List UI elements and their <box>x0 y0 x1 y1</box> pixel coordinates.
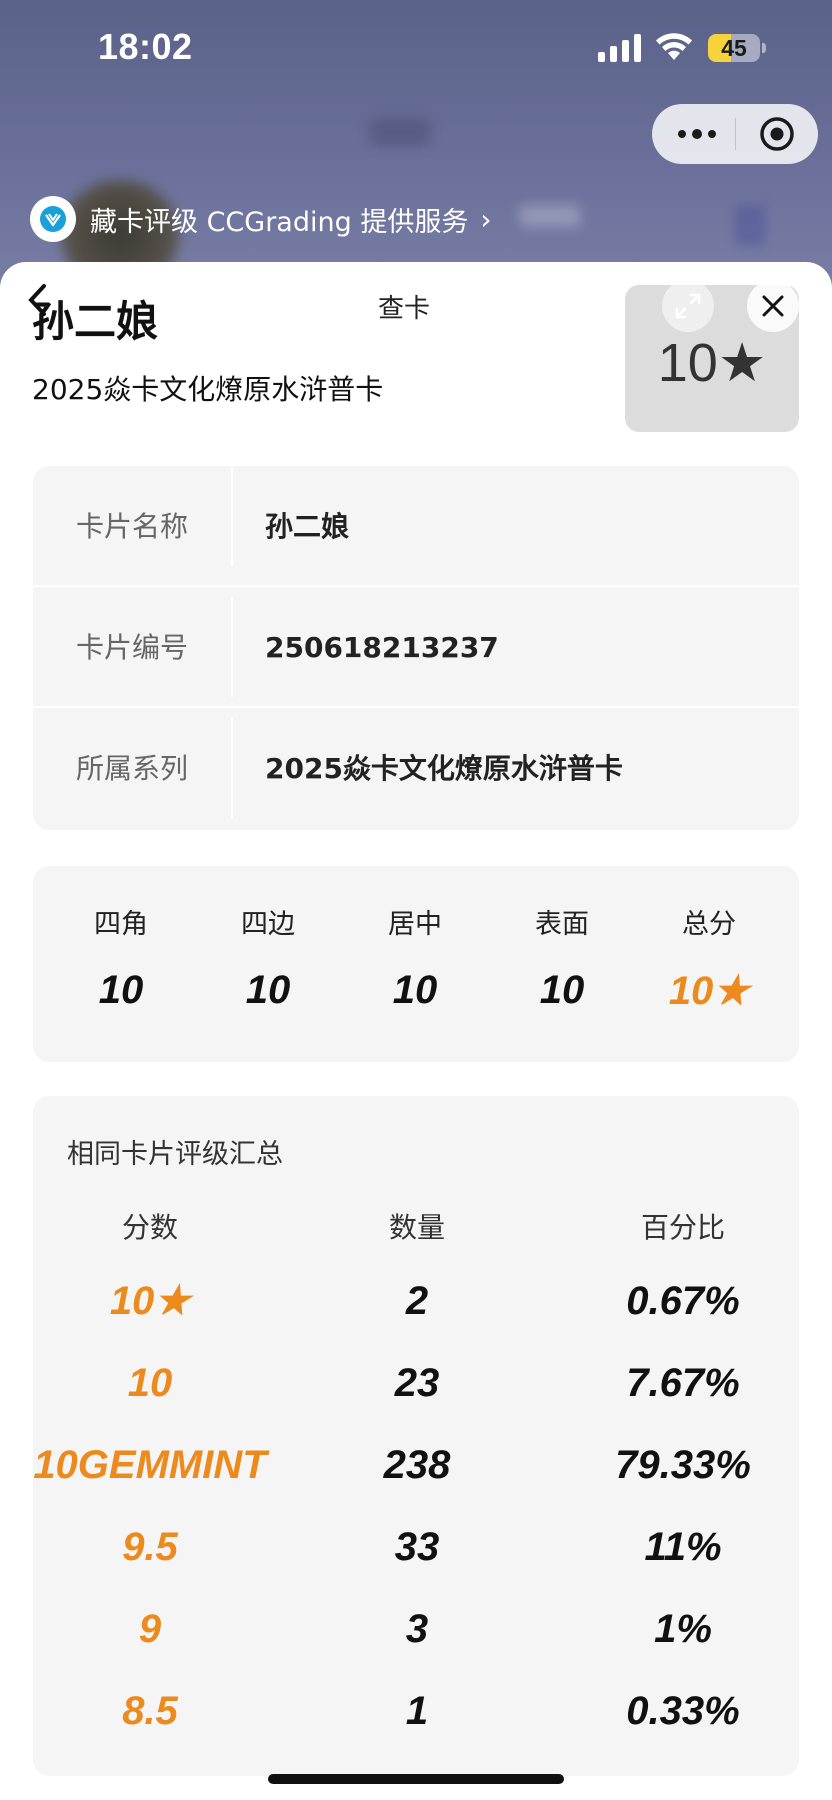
table-row: 8.5 1 0.33% <box>33 1670 799 1752</box>
summary-title: 相同卡片评级汇总 <box>67 1139 283 1170</box>
capsule-divider <box>735 118 736 150</box>
score-value: 10★ <box>668 969 750 1013</box>
summary-count: 23 <box>394 1361 440 1405</box>
summary-percent: 11% <box>644 1525 722 1569</box>
summary-count: 238 <box>383 1443 451 1487</box>
score-label: 四边 <box>241 909 295 940</box>
summary-percent: 7.67% <box>626 1361 740 1405</box>
battery-icon: 45 <box>708 34 766 62</box>
summary-percent: 79.33% <box>615 1443 751 1487</box>
score-label: 总分 <box>682 909 736 940</box>
card-series-subtitle: 2025焱卡文化燎原水浒普卡 <box>32 373 384 406</box>
summary-score: 10GEMMINT <box>33 1443 267 1487</box>
card-title: 孙二娘 <box>32 297 159 346</box>
summary-count: 2 <box>405 1279 429 1323</box>
wifi-icon <box>656 33 692 60</box>
battery-level: 45 <box>721 35 747 61</box>
card-detail-sheet: 孙二娘 查卡 2025焱卡文化燎原水浒普卡 10★ 卡片名称 孙二娘 卡片编号 … <box>0 262 832 1800</box>
target-icon[interactable] <box>758 115 796 153</box>
summary-score: 10★ <box>109 1279 191 1323</box>
score-value: 10 <box>245 968 291 1012</box>
table-row: 10★ 2 0.67% <box>33 1260 799 1342</box>
info-row: 卡片名称 孙二娘 <box>33 466 799 587</box>
score-label: 四角 <box>94 909 148 940</box>
close-icon[interactable] <box>747 280 799 332</box>
summary-score: 9 <box>138 1607 162 1651</box>
service-provider-link[interactable]: 藏卡评级 CCGrading 提供服务 › <box>30 196 492 242</box>
info-value: 孙二娘 <box>265 510 350 543</box>
table-row: 10GEMMINT 238 79.33% <box>33 1424 799 1506</box>
info-row: 卡片编号 250618213237 <box>33 587 799 708</box>
score-edges: 四边 10 <box>194 866 342 1062</box>
ccgrading-logo-icon <box>30 196 76 242</box>
summary-header-percent: 百分比 <box>640 1211 725 1244</box>
status-bar: 18:02 45 <box>0 0 832 100</box>
score-label: 居中 <box>388 909 442 940</box>
summary-score: 8.5 <box>122 1689 178 1733</box>
background-blur <box>520 205 580 227</box>
summary-count: 1 <box>405 1689 429 1733</box>
score-total: 总分 10★ <box>635 866 783 1062</box>
score-surface: 表面 10 <box>488 866 636 1062</box>
more-dots-icon[interactable] <box>672 104 722 164</box>
table-row: 9.5 33 11% <box>33 1506 799 1588</box>
score-value: 10 <box>392 968 438 1012</box>
sheet-title: 查卡 <box>378 294 431 324</box>
subgrade-scores: 四角 10 四边 10 居中 10 表面 10 总分 10★ <box>33 866 799 1062</box>
score-value: 10 <box>98 968 144 1012</box>
status-time: 18:02 <box>98 26 193 67</box>
summary-header-count: 数量 <box>388 1211 445 1244</box>
table-row: 10 23 7.67% <box>33 1342 799 1424</box>
summary-percent: 0.67% <box>626 1279 740 1323</box>
chevron-right-icon: › <box>480 202 492 236</box>
table-row: 9 3 1% <box>33 1588 799 1670</box>
info-label: 所属系列 <box>75 752 188 785</box>
info-value: 2025焱卡文化燎原水浒普卡 <box>265 752 623 785</box>
expand-icon[interactable] <box>662 280 714 332</box>
miniprogram-capsule <box>652 104 818 164</box>
summary-score: 10 <box>127 1361 173 1405</box>
summary-percent: 1% <box>654 1607 712 1651</box>
score-label: 表面 <box>535 909 589 940</box>
summary-count: 3 <box>405 1607 429 1651</box>
summary-percent: 0.33% <box>626 1689 740 1733</box>
grading-summary-table: 相同卡片评级汇总 分数 数量 百分比 10★ 2 0.67% 10 23 7.6… <box>33 1096 799 1776</box>
score-corners: 四角 10 <box>47 866 195 1062</box>
summary-score: 9.5 <box>122 1525 178 1569</box>
score-centering: 居中 10 <box>341 866 489 1062</box>
card-info-table: 卡片名称 孙二娘 卡片编号 250618213237 所属系列 2025焱卡文化… <box>33 466 799 830</box>
summary-header-score: 分数 <box>121 1211 178 1244</box>
info-label: 卡片名称 <box>75 510 188 543</box>
grade-value: 10★ <box>657 333 767 393</box>
info-row: 所属系列 2025焱卡文化燎原水浒普卡 <box>33 708 799 829</box>
info-label: 卡片编号 <box>75 631 188 664</box>
service-provider-text: 藏卡评级 CCGrading 提供服务 <box>90 206 469 238</box>
score-value: 10 <box>539 968 585 1012</box>
background-edit-icon <box>735 205 765 245</box>
info-value: 250618213237 <box>265 631 499 664</box>
home-indicator <box>268 1774 564 1784</box>
background-blur <box>370 118 430 146</box>
cellular-signal-icon <box>598 34 641 62</box>
summary-count: 33 <box>394 1525 440 1569</box>
